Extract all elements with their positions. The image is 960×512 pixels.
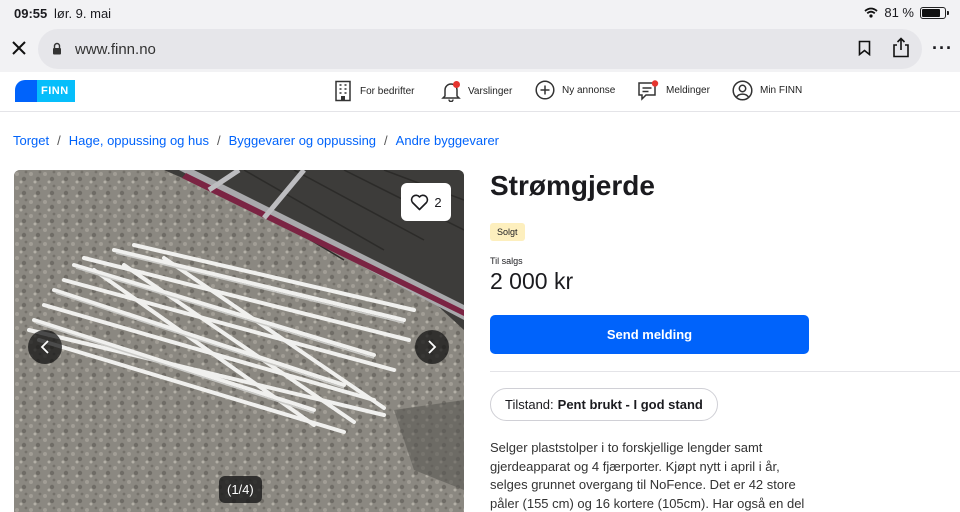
status-time: 09:55: [14, 6, 48, 21]
listing-price: 2 000 kr: [490, 268, 574, 294]
lock-icon: [53, 42, 61, 55]
status-bar: 09:55 lør. 9. mai 81 %: [0, 0, 960, 26]
nav-meldinger[interactable]: Meldinger: [637, 80, 710, 101]
building-icon: [335, 80, 351, 102]
more-icon[interactable]: ···: [932, 38, 953, 59]
breadcrumb-torget[interactable]: Torget: [13, 133, 49, 148]
share-icon[interactable]: [892, 37, 910, 58]
next-image-button[interactable]: [415, 330, 449, 364]
image-counter: (1/4): [219, 476, 262, 503]
finn-logo[interactable]: FINN: [15, 80, 75, 102]
previous-image-button[interactable]: [28, 330, 62, 364]
bookmark-icon[interactable]: [858, 40, 871, 56]
condition-label: Tilstand:: [505, 397, 554, 412]
plus-circle-icon: [535, 80, 555, 100]
send-message-button[interactable]: Send melding: [490, 315, 809, 354]
listing-description: Selger plaststolper i to forskjellige le…: [490, 440, 805, 511]
site-header: FINN For bedrifter Varslinger Ny annonse: [0, 72, 960, 112]
bell-icon: [441, 81, 461, 102]
breadcrumb-hage[interactable]: Hage, oppussing og hus: [69, 133, 209, 148]
chat-icon: [638, 80, 659, 101]
status-badge: Solgt: [490, 223, 525, 241]
sale-type: Til salgs: [490, 256, 523, 266]
favorite-button[interactable]: 2: [401, 183, 451, 221]
url-text: www.finn.no: [75, 41, 156, 58]
listing-photo: [14, 170, 464, 512]
nav-ny-annonse[interactable]: Ny annonse: [535, 80, 615, 100]
address-bar[interactable]: www.finn.no: [38, 29, 922, 69]
nav-for-bedrifter[interactable]: For bedrifter: [333, 80, 414, 102]
condition-pill: Tilstand: Pent brukt - I god stand: [490, 388, 718, 421]
close-icon[interactable]: [10, 39, 28, 57]
image-gallery[interactable]: 2 (1/4): [14, 170, 464, 512]
breadcrumb-byggevarer[interactable]: Byggevarer og oppussing: [229, 133, 376, 148]
nav-varslinger[interactable]: Varslinger: [441, 80, 512, 102]
browser-toolbar: www.finn.no ···: [0, 26, 960, 72]
wifi-icon: [864, 7, 878, 18]
condition-value: Pent brukt - I god stand: [557, 397, 703, 412]
listing-title: Strømgjerde: [490, 170, 655, 201]
chevron-left-icon: [40, 340, 49, 354]
nav-min-finn[interactable]: Min FINN: [732, 80, 802, 101]
chevron-right-icon: [428, 340, 437, 354]
user-icon: [732, 80, 753, 101]
heart-icon: [411, 194, 429, 210]
favorite-count: 2: [434, 194, 442, 210]
breadcrumb-andre-byggevarer[interactable]: Andre byggevarer: [396, 133, 499, 148]
breadcrumb: Torget / Hage, oppussing og hus / Byggev…: [13, 133, 500, 148]
status-date: lør. 9. mai: [54, 6, 112, 21]
battery-percent: 81 %: [884, 5, 914, 20]
divider: [490, 371, 960, 372]
battery-icon: [920, 6, 949, 19]
